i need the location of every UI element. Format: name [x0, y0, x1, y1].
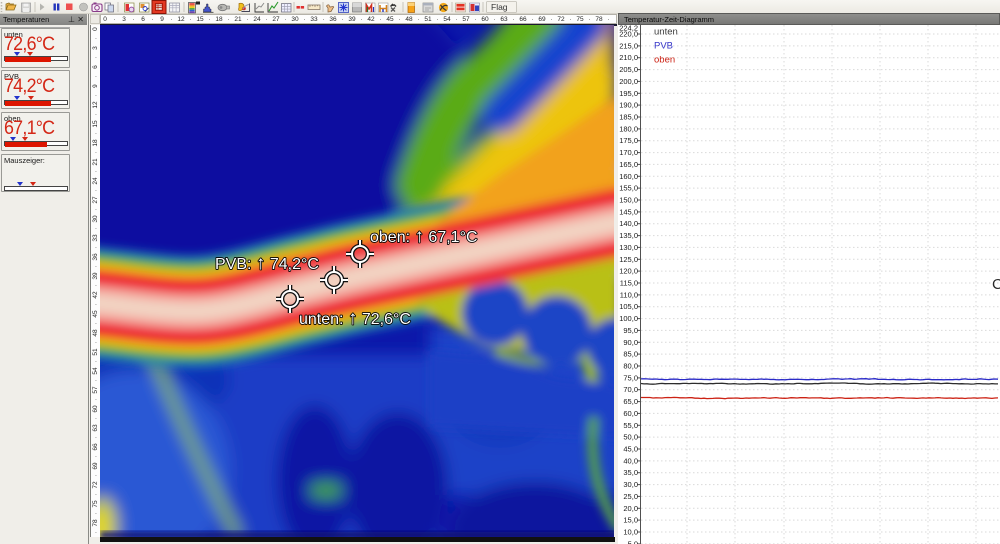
svg-text:unten: unten	[654, 27, 678, 38]
svg-text:205,0: 205,0	[619, 65, 638, 74]
svg-text:50,0: 50,0	[623, 433, 638, 442]
svg-text:45,0: 45,0	[623, 445, 638, 454]
svg-text:30,0: 30,0	[623, 480, 638, 489]
svg-text:85,0: 85,0	[623, 350, 638, 359]
svg-text:95,0: 95,0	[623, 326, 638, 335]
svg-text:90,0: 90,0	[623, 338, 638, 347]
svg-text:220,0: 220,0	[619, 30, 638, 39]
svg-text:35,0: 35,0	[623, 468, 638, 477]
svg-text:175,0: 175,0	[619, 136, 638, 145]
svg-text:115,0: 115,0	[620, 279, 638, 288]
svg-text:40,0: 40,0	[623, 456, 638, 465]
svg-text:150,0: 150,0	[619, 196, 638, 205]
svg-text:5,0: 5,0	[628, 539, 638, 544]
svg-text:135,0: 135,0	[619, 231, 638, 240]
svg-text:C: C	[992, 276, 1000, 293]
svg-text:PVB: ↑ 74,2°C: PVB: ↑ 74,2°C	[215, 253, 319, 274]
svg-text:140,0: 140,0	[619, 219, 638, 228]
svg-text:180,0: 180,0	[619, 124, 638, 133]
svg-text:oben: oben	[654, 55, 675, 66]
svg-text:190,0: 190,0	[619, 101, 638, 110]
svg-text:105,0: 105,0	[619, 302, 638, 311]
svg-text:unten: ↑ 72,6°C: unten: ↑ 72,6°C	[299, 308, 411, 329]
svg-text:PVB: PVB	[654, 41, 673, 52]
svg-text:20,0: 20,0	[623, 504, 638, 513]
svg-text:155,0: 155,0	[619, 184, 638, 193]
svg-text:Flag: Flag	[491, 2, 508, 12]
svg-text:100,0: 100,0	[619, 314, 638, 323]
svg-text:80,0: 80,0	[623, 362, 638, 371]
svg-text:130,0: 130,0	[619, 243, 638, 252]
svg-text:75,0: 75,0	[623, 373, 638, 382]
svg-text:15,0: 15,0	[623, 516, 638, 525]
svg-text:210,0: 210,0	[619, 53, 638, 62]
svg-text:65,0: 65,0	[623, 397, 638, 406]
svg-text:110,0: 110,0	[620, 290, 638, 299]
svg-text:160,0: 160,0	[619, 172, 638, 181]
svg-text:oben: ↑ 67,1°C: oben: ↑ 67,1°C	[370, 226, 478, 247]
svg-text:215,0: 215,0	[619, 41, 638, 50]
svg-text:120,0: 120,0	[619, 267, 638, 276]
svg-text:165,0: 165,0	[619, 160, 638, 169]
svg-text:55,0: 55,0	[623, 421, 638, 430]
svg-text:185,0: 185,0	[619, 113, 638, 122]
svg-text:170,0: 170,0	[619, 148, 638, 157]
svg-text:195,0: 195,0	[619, 89, 638, 98]
svg-text:70,0: 70,0	[623, 385, 638, 394]
svg-text:60,0: 60,0	[623, 409, 638, 418]
svg-text:145,0: 145,0	[619, 207, 638, 216]
svg-text:125,0: 125,0	[619, 255, 638, 264]
svg-text:25,0: 25,0	[623, 492, 638, 501]
svg-text:200,0: 200,0	[619, 77, 638, 86]
svg-text:10,0: 10,0	[623, 528, 638, 537]
